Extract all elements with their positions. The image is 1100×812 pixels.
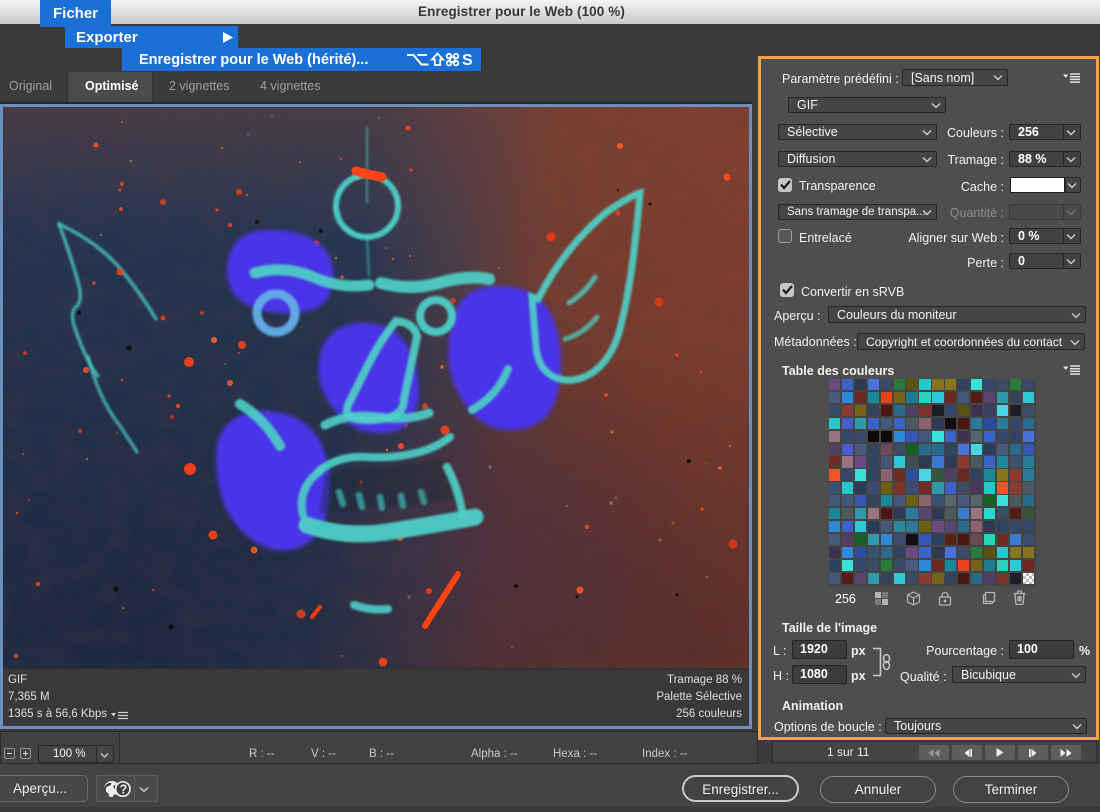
svg-text:?: ? — [120, 783, 128, 797]
svg-text:S: S — [462, 52, 473, 69]
